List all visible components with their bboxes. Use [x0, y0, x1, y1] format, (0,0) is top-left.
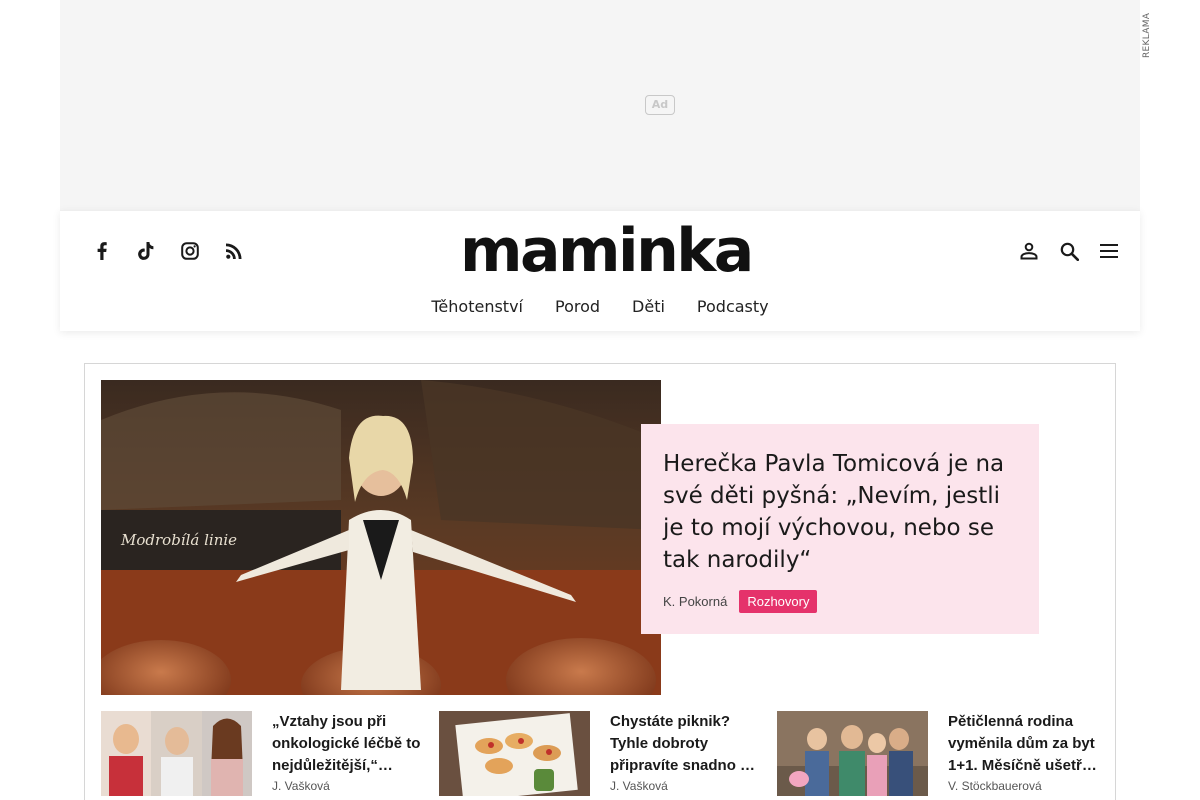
- nav-item-podcasty[interactable]: Podcasty: [697, 297, 769, 316]
- teaser-thumb[interactable]: [439, 711, 590, 796]
- teaser-title[interactable]: Chystáte piknik? Tyhle dobroty připravít…: [610, 711, 761, 777]
- search-icon[interactable]: [1056, 239, 1082, 263]
- facebook-icon[interactable]: [80, 239, 124, 263]
- teaser-item[interactable]: Pětičlenná rodina vyměnila dům za byt 1+…: [777, 711, 1099, 796]
- featured-section: Modrobílá linie Herečka Pavla Tomicová j…: [84, 363, 1116, 800]
- site-logo[interactable]: maminka: [460, 221, 754, 281]
- teaser-thumb[interactable]: [777, 711, 928, 796]
- nav-item-porod[interactable]: Porod: [555, 297, 600, 316]
- social-links: [80, 239, 256, 263]
- menu-icon[interactable]: [1096, 239, 1122, 263]
- rss-icon[interactable]: [212, 239, 256, 263]
- nav-item-tehotenstvi[interactable]: Těhotenství: [431, 297, 523, 316]
- hero-author[interactable]: K. Pokorná: [663, 594, 727, 609]
- user-icon[interactable]: [1016, 239, 1042, 263]
- nav-item-deti[interactable]: Děti: [632, 297, 665, 316]
- ad-banner[interactable]: Ad: [60, 0, 1140, 210]
- teaser-list: „Vztahy jsou při onkologické léčbě to ne…: [101, 711, 1101, 796]
- hero-card[interactable]: Herečka Pavla Tomicová je na své děti py…: [641, 424, 1039, 634]
- hero-tag[interactable]: Rozhovory: [739, 590, 818, 613]
- teaser-item[interactable]: „Vztahy jsou při onkologické léčbě to ne…: [101, 711, 423, 796]
- image-sign-text: Modrobílá linie: [120, 531, 237, 549]
- hero-title[interactable]: Herečka Pavla Tomicová je na své děti py…: [663, 448, 1017, 576]
- teaser-author[interactable]: V. Stöckbauerová: [948, 779, 1099, 793]
- teaser-author[interactable]: J. Vašková: [272, 779, 423, 793]
- teaser-title[interactable]: Pětičlenná rodina vyměnila dům za byt 1+…: [948, 711, 1099, 777]
- hero-meta: K. Pokorná Rozhovory: [663, 590, 1017, 613]
- site-header: maminka Těhotenství Porod Děti Podcasty: [60, 210, 1140, 331]
- tiktok-icon[interactable]: [124, 239, 168, 263]
- main-nav: Těhotenství Porod Děti Podcasty: [60, 297, 1140, 316]
- ad-badge-icon: Ad: [645, 95, 675, 115]
- instagram-icon[interactable]: [168, 239, 212, 263]
- teaser-item[interactable]: Chystáte piknik? Tyhle dobroty připravít…: [439, 711, 761, 796]
- teaser-author[interactable]: J. Vašková: [610, 779, 761, 793]
- header-tools: [1016, 239, 1122, 263]
- hero-image[interactable]: Modrobílá linie: [101, 380, 661, 695]
- ad-label: REKLAMA: [1142, 12, 1152, 58]
- teaser-title[interactable]: „Vztahy jsou při onkologické léčbě to ne…: [272, 711, 423, 777]
- teaser-thumb[interactable]: [101, 711, 252, 796]
